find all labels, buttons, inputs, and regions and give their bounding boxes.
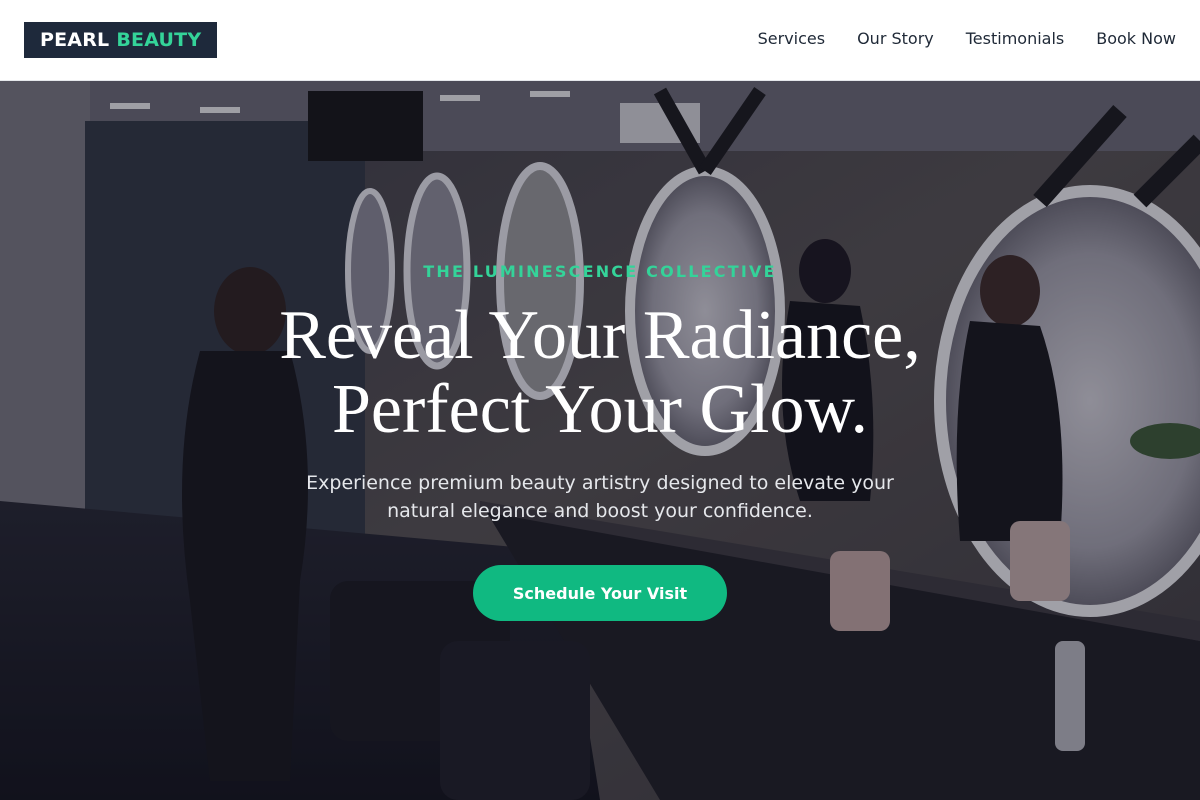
nav-link-our-story[interactable]: Our Story [857,29,934,49]
hero-subtext: Experience premium beauty artistry desig… [280,469,920,525]
schedule-visit-button[interactable]: Schedule Your Visit [473,565,727,621]
main-nav: Services Our Story Testimonials Book Now [758,29,1176,49]
hero-eyebrow: THE LUMINESCENCE COLLECTIVE [423,262,777,281]
hero-headline: Reveal Your Radiance, Perfect Your Glow. [0,299,1200,447]
brand-name-primary: PEARL [40,29,110,51]
hero-headline-line1: Reveal Your Radiance, [279,297,921,374]
brand-name-accent: BEAUTY [116,29,202,51]
nav-link-testimonials[interactable]: Testimonials [966,29,1065,49]
hero-section: THE LUMINESCENCE COLLECTIVE Reveal Your … [0,81,1200,800]
hero-subtext-line2: natural elegance and boost your confiden… [387,500,813,522]
hero-subtext-line1: Experience premium beauty artistry desig… [306,472,894,494]
brand-logo[interactable]: PEARL BEAUTY [24,22,218,58]
nav-link-book-now[interactable]: Book Now [1096,29,1176,49]
nav-link-services[interactable]: Services [758,29,825,49]
hero-headline-line2: Perfect Your Glow. [332,371,868,448]
site-header: PEARL BEAUTY Services Our Story Testimoni… [0,0,1200,81]
